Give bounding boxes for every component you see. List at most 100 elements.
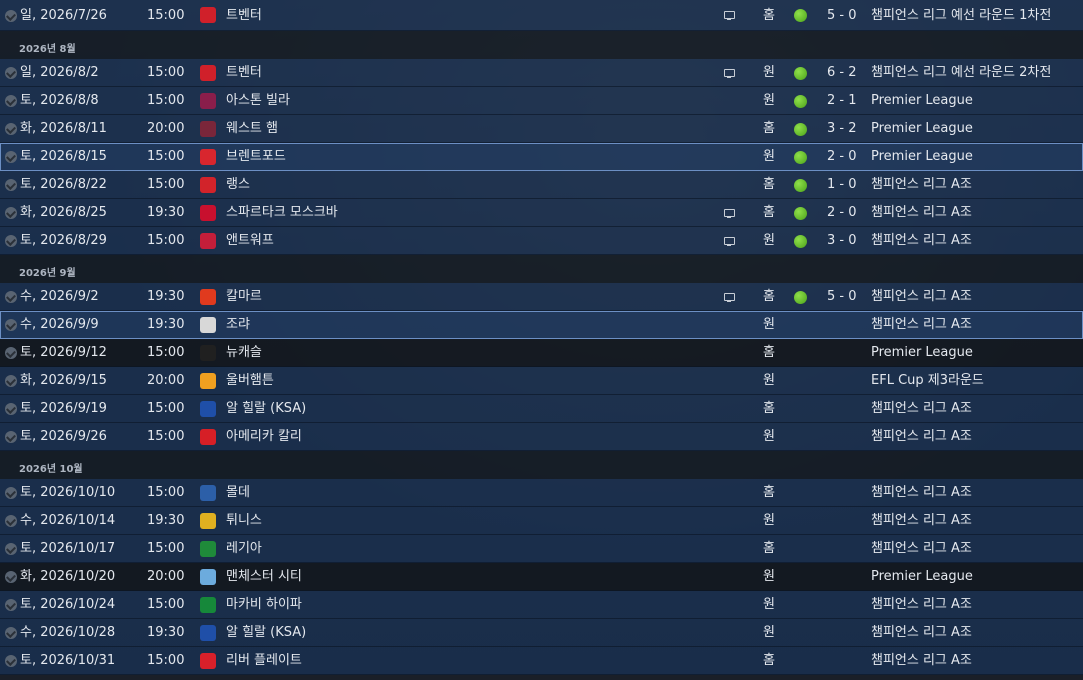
opponent-name[interactable]: 랭스 [226, 171, 250, 199]
opponent-name[interactable]: 트벤터 [226, 0, 262, 31]
month-label: 2026년 10월 [19, 464, 83, 475]
opponent-name[interactable]: 트벤터 [226, 59, 262, 87]
fixture-row[interactable]: 토, 2026/9/19 15:00 알 힐랄 (KSA) 홈 챔피언스 리그 A조 [0, 395, 1083, 423]
opponent-name[interactable]: 맨체스터 시티 [226, 563, 302, 591]
opponent-name[interactable]: 울버햄튼 [226, 367, 274, 395]
competition-name[interactable]: 챔피언스 리그 A조 [871, 171, 972, 199]
fixture-row[interactable]: 화, 2026/8/25 19:30 스파르타크 모스크바 홈 2 - 0 챔피언스 리그… [0, 199, 1083, 227]
opponent-name[interactable]: 뉴캐슬 [226, 339, 262, 367]
match-score[interactable]: 3 - 2 [827, 115, 857, 143]
fixture-time: 20:00 [147, 121, 185, 136]
fixture-row[interactable]: 토, 2026/10/31 15:00 리버 플레이트 홈 챔피언스 리그 A조 [0, 647, 1083, 675]
fixture-row[interactable]: 토, 2026/9/26 15:00 아메리카 칼리 원 챔피언스 리그 A조 [0, 423, 1083, 451]
match-score[interactable]: 5 - 0 [827, 0, 857, 31]
fixture-row[interactable]: 토, 2026/8/8 15:00 아스톤 빌라 원 2 - 1 Premier Leag… [0, 87, 1083, 115]
match-score[interactable]: 2 - 0 [827, 199, 857, 227]
match-score[interactable]: 2 - 0 [827, 143, 857, 171]
fixture-row[interactable]: 토, 2026/10/24 15:00 마카비 하이파 원 챔피언스 리그 A조 [0, 591, 1083, 619]
fixture-row[interactable]: 화, 2026/8/11 20:00 웨스트 햄 홈 3 - 2 Premier Leag… [0, 115, 1083, 143]
fixture-row[interactable]: 토, 2026/8/29 15:00 앤트워프 원 3 - 0 챔피언스 리그 A조 [0, 227, 1083, 255]
fixture-row[interactable]: 토, 2026/10/17 15:00 레기아 홈 챔피언스 리그 A조 [0, 535, 1083, 563]
win-result-icon [794, 151, 807, 164]
fixture-date: 토, 2026/9/26 [20, 429, 107, 444]
opponent-name[interactable]: 칼마르 [226, 283, 262, 311]
competition-name[interactable]: 챔피언스 리그 A조 [871, 227, 972, 255]
opponent-name[interactable]: 리버 플레이트 [226, 647, 302, 675]
opponent-name[interactable]: 튀니스 [226, 507, 262, 535]
club-badge-icon [200, 485, 216, 501]
fixture-date: 일, 2026/7/26 [20, 8, 107, 23]
match-score[interactable]: 2 - 1 [827, 87, 857, 115]
competition-name[interactable]: 챔피언스 리그 A조 [871, 423, 972, 451]
venue-label: 홈 [763, 8, 775, 23]
venue-label: 홈 [763, 653, 775, 668]
fixture-date: 토, 2026/10/24 [20, 597, 116, 612]
fixture-row[interactable]: 수, 2026/10/14 19:30 튀니스 원 챔피언스 리그 A조 [0, 507, 1083, 535]
opponent-name[interactable]: 웨스트 햄 [226, 115, 278, 143]
opponent-name[interactable]: 브렌트포드 [226, 143, 286, 171]
fixture-row[interactable]: 토, 2026/10/10 15:00 몰데 홈 챔피언스 리그 A조 [0, 479, 1083, 507]
competition-name[interactable]: 챔피언스 리그 A조 [871, 311, 972, 339]
fixture-time: 15:00 [147, 65, 185, 80]
fixture-row[interactable]: 화, 2026/10/20 20:00 맨체스터 시티 원 Premier League [0, 563, 1083, 591]
opponent-name[interactable]: 알 힐랄 (KSA) [226, 619, 306, 647]
fixture-date: 수, 2026/9/9 [20, 317, 99, 332]
played-check-icon [5, 95, 17, 107]
opponent-name[interactable]: 마카비 하이파 [226, 591, 302, 619]
fixture-row[interactable]: 수, 2026/9/2 19:30 칼마르 홈 5 - 0 챔피언스 리그 A조 [0, 283, 1083, 311]
club-badge-icon [200, 345, 216, 361]
competition-name[interactable]: 챔피언스 리그 예선 라운드 2차전 [871, 59, 1051, 87]
fixture-row[interactable]: 일, 2026/7/26 15:00 트벤터 홈 5 - 0 챔피언스 리그 예선 라운드… [0, 0, 1083, 31]
competition-name[interactable]: Premier League [871, 143, 973, 171]
fixture-row[interactable]: 토, 2026/8/15 15:00 브렌트포드 원 2 - 0 Premier Leag… [0, 143, 1083, 171]
win-result-icon [794, 179, 807, 192]
match-score[interactable]: 6 - 2 [827, 59, 857, 87]
opponent-name[interactable]: 알 힐랄 (KSA) [226, 395, 306, 423]
played-check-icon [5, 599, 17, 611]
club-badge-icon [200, 653, 216, 669]
competition-name[interactable]: 챔피언스 리그 A조 [871, 395, 972, 423]
opponent-name[interactable]: 아스톤 빌라 [226, 87, 290, 115]
fixture-row[interactable]: 화, 2026/9/15 20:00 울버햄튼 원 EFL Cup 제3라운드 [0, 367, 1083, 395]
competition-name[interactable]: 챔피언스 리그 A조 [871, 647, 972, 675]
competition-name[interactable]: 챔피언스 리그 A조 [871, 479, 972, 507]
competition-name[interactable]: EFL Cup 제3라운드 [871, 367, 984, 395]
opponent-name[interactable]: 조랴 [226, 311, 250, 339]
competition-name[interactable]: 챔피언스 리그 A조 [871, 619, 972, 647]
opponent-name[interactable]: 아메리카 칼리 [226, 423, 302, 451]
competition-name[interactable]: Premier League [871, 115, 973, 143]
match-score[interactable]: 1 - 0 [827, 171, 857, 199]
competition-name[interactable]: 챔피언스 리그 A조 [871, 507, 972, 535]
fixture-row[interactable]: 수, 2026/9/9 19:30 조랴 원 챔피언스 리그 A조 [0, 311, 1083, 339]
competition-name[interactable]: 챔피언스 리그 예선 라운드 1차전 [871, 0, 1051, 31]
fixture-row[interactable]: 수, 2026/10/28 19:30 알 힐랄 (KSA) 원 챔피언스 리그 A조 [0, 619, 1083, 647]
month-label: 2026년 9월 [19, 268, 76, 279]
competition-name[interactable]: Premier League [871, 563, 973, 591]
competition-name[interactable]: 챔피언스 리그 A조 [871, 591, 972, 619]
fixture-row[interactable]: 토, 2026/8/22 15:00 랭스 홈 1 - 0 챔피언스 리그 A조 [0, 171, 1083, 199]
opponent-name[interactable]: 레기아 [226, 535, 262, 563]
competition-name[interactable]: Premier League [871, 339, 973, 367]
played-check-icon [5, 123, 17, 135]
club-badge-icon [200, 429, 216, 445]
venue-label: 원 [763, 149, 775, 164]
fixture-date: 토, 2026/8/22 [20, 177, 107, 192]
opponent-name[interactable]: 앤트워프 [226, 227, 274, 255]
competition-name[interactable]: 챔피언스 리그 A조 [871, 535, 972, 563]
fixture-time: 15:00 [147, 93, 185, 108]
opponent-name[interactable]: 몰데 [226, 479, 250, 507]
fixture-list: 일, 2026/7/26 15:00 트벤터 홈 5 - 0 챔피언스 리그 예선 라운드… [0, 0, 1083, 675]
match-score[interactable]: 5 - 0 [827, 283, 857, 311]
played-check-icon [5, 10, 17, 22]
fixture-time: 19:30 [147, 205, 185, 220]
opponent-name[interactable]: 스파르타크 모스크바 [226, 199, 338, 227]
tv-broadcast-icon [724, 69, 735, 78]
fixture-row[interactable]: 일, 2026/8/2 15:00 트벤터 원 6 - 2 챔피언스 리그 예선 라운드 … [0, 59, 1083, 87]
competition-name[interactable]: 챔피언스 리그 A조 [871, 283, 972, 311]
competition-name[interactable]: 챔피언스 리그 A조 [871, 199, 972, 227]
win-result-icon [794, 95, 807, 108]
competition-name[interactable]: Premier League [871, 87, 973, 115]
fixture-time: 15:00 [147, 653, 185, 668]
match-score[interactable]: 3 - 0 [827, 227, 857, 255]
fixture-row[interactable]: 토, 2026/9/12 15:00 뉴캐슬 홈 Premier League [0, 339, 1083, 367]
